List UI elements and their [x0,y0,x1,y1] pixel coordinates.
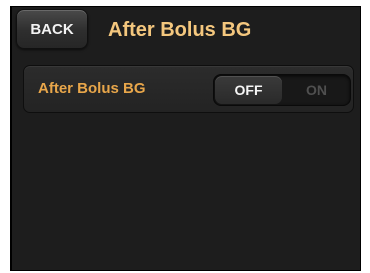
setting-label: After Bolus BG [38,80,146,97]
device-screen: BACK After Bolus BG After Bolus BG OFF O… [10,6,361,271]
toggle-on-option[interactable]: ON [283,75,350,105]
after-bolus-bg-setting-row: After Bolus BG OFF ON [23,65,354,113]
header-bar: BACK After Bolus BG [12,7,360,53]
back-button[interactable]: BACK [16,9,88,49]
toggle-off-option[interactable]: OFF [215,76,282,104]
page-title: After Bolus BG [108,19,252,41]
after-bolus-bg-toggle[interactable]: OFF ON [213,74,351,106]
